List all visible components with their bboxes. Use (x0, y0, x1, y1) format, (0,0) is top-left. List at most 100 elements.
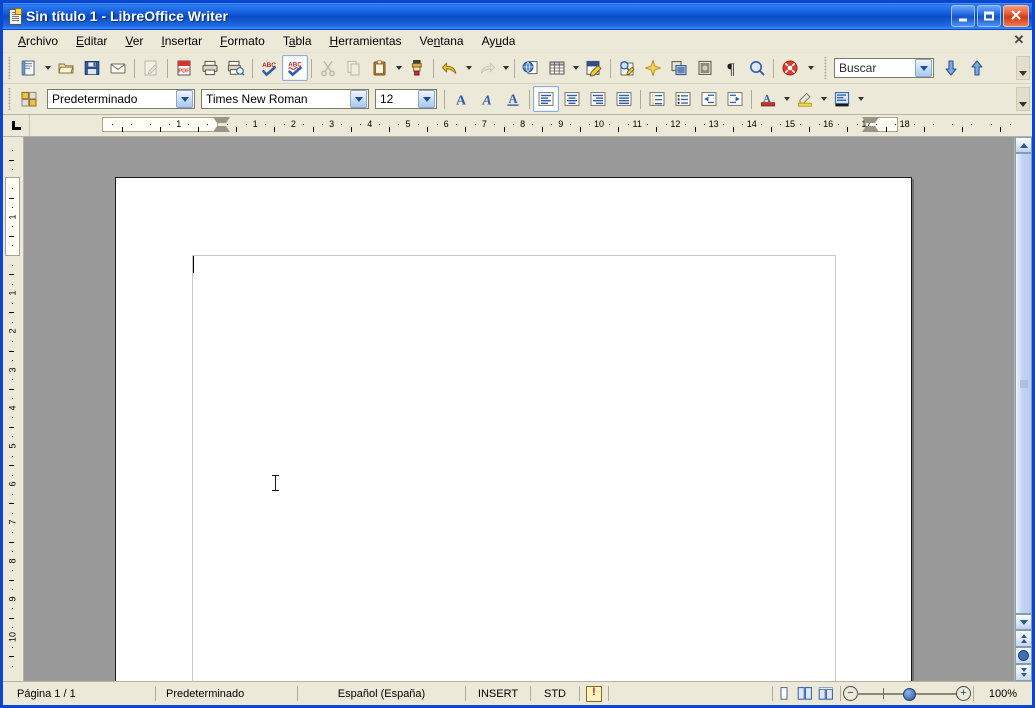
styles-and-formatting-button[interactable] (16, 86, 42, 112)
cut-button[interactable] (315, 55, 341, 81)
formatting-toolbar-overflow-button[interactable] (1016, 87, 1030, 111)
align-justify-button[interactable] (611, 86, 637, 112)
underline-button[interactable]: A (500, 86, 526, 112)
italic-button[interactable]: A (474, 86, 500, 112)
insert-image-button[interactable] (692, 55, 718, 81)
formatting-toolbar-grip[interactable] (6, 88, 14, 110)
find-previous-button[interactable] (964, 55, 990, 81)
right-indent-marker[interactable] (861, 126, 879, 132)
zoom-button[interactable] (744, 55, 770, 81)
copy-button[interactable] (341, 55, 367, 81)
status-language[interactable]: Español (España) (298, 685, 465, 702)
next-page-button[interactable] (1015, 664, 1032, 681)
new-document-dropdown-icon[interactable] (42, 56, 53, 80)
formatting-marks-button[interactable]: ¶ (718, 55, 744, 81)
export-pdf-button[interactable]: PDF (171, 55, 197, 81)
font-color-dropdown-icon[interactable] (781, 87, 792, 111)
menu-ver[interactable]: Ver (116, 31, 152, 51)
zoom-in-button[interactable]: + (956, 686, 971, 701)
menu-editar[interactable]: Editar (67, 31, 116, 51)
right-indent-marker-top[interactable] (861, 117, 879, 123)
status-zoom-level[interactable]: 100% (974, 685, 1032, 702)
toolbar-overflow-button[interactable] (1016, 56, 1030, 80)
view-single-page-button[interactable] (773, 684, 794, 703)
hyperlink-button[interactable] (518, 55, 544, 81)
scroll-up-button[interactable] (1015, 137, 1032, 153)
document-canvas[interactable] (24, 137, 1014, 681)
new-document-button[interactable] (16, 55, 42, 81)
ordered-list-button[interactable]: 123 (644, 86, 670, 112)
menu-archivo[interactable]: Archivo (9, 31, 67, 51)
search-input[interactable]: Buscar (834, 58, 934, 78)
open-document-button[interactable] (53, 55, 79, 81)
status-insert-mode[interactable]: INSERT (466, 685, 530, 702)
find-replace-button[interactable] (614, 55, 640, 81)
gallery-button[interactable] (640, 55, 666, 81)
view-multi-page-button[interactable] (794, 684, 815, 703)
redo-dropdown-icon[interactable] (500, 56, 511, 80)
menu-ayuda[interactable]: Ayuda (473, 31, 525, 51)
email-document-button[interactable] (105, 55, 131, 81)
font-color-button[interactable]: A (755, 86, 781, 112)
tab-stop-selector[interactable] (3, 115, 30, 136)
status-selection-mode[interactable]: STD (531, 685, 579, 702)
paragraph-style-dropdown-icon[interactable] (176, 90, 193, 108)
status-save-state[interactable] (580, 685, 608, 702)
left-indent-marker[interactable] (212, 126, 230, 132)
undo-dropdown-icon[interactable] (463, 56, 474, 80)
font-name-dropdown-icon[interactable] (350, 90, 367, 108)
print-button[interactable] (197, 55, 223, 81)
first-line-indent-marker[interactable] (212, 117, 230, 123)
background-color-button[interactable] (829, 86, 855, 112)
status-page-style[interactable]: Predeterminado (156, 685, 297, 702)
font-name-combo[interactable]: Times New Roman (201, 89, 369, 109)
menu-ventana[interactable]: Ventana (411, 31, 473, 51)
view-book-button[interactable] (815, 684, 836, 703)
toolbar-grip[interactable] (6, 57, 14, 79)
maximize-button[interactable] (977, 5, 1001, 27)
minimize-button[interactable] (951, 5, 975, 27)
autospellcheck-button[interactable]: ABC (282, 55, 308, 81)
undo-button[interactable] (437, 55, 463, 81)
align-right-button[interactable] (585, 86, 611, 112)
paste-button[interactable] (367, 55, 393, 81)
menu-herramientas[interactable]: Herramientas (321, 31, 411, 51)
zoom-knob[interactable] (903, 688, 916, 701)
font-size-combo[interactable]: 12 (375, 89, 437, 109)
edit-mode-button[interactable] (138, 55, 164, 81)
navigator-button[interactable] (666, 55, 692, 81)
highlighting-dropdown-icon[interactable] (818, 87, 829, 111)
search-dropdown-icon[interactable] (915, 59, 932, 77)
align-center-button[interactable] (559, 86, 585, 112)
zoom-out-button[interactable]: − (843, 686, 858, 701)
align-left-button[interactable] (533, 86, 559, 112)
status-page-number[interactable]: Página 1 / 1 (3, 685, 155, 702)
standard-toolbar-overflow-icon[interactable] (805, 56, 816, 80)
horizontal-ruler[interactable]: 1 1 2 3 4 5 6 7 8 9 10 11 12 13 14 15 16 17 18 (30, 115, 1032, 136)
scrollbar-track[interactable] (1015, 153, 1032, 614)
highlighting-button[interactable] (792, 86, 818, 112)
bold-button[interactable]: A (448, 86, 474, 112)
scrollbar-thumb[interactable] (1015, 153, 1032, 614)
vertical-scrollbar[interactable] (1014, 137, 1032, 681)
find-next-button[interactable] (938, 55, 964, 81)
menu-insertar[interactable]: Insertar (152, 31, 211, 51)
zoom-slider[interactable]: − + (841, 685, 973, 702)
document-page[interactable] (115, 177, 912, 681)
spelling-button[interactable]: ABC (256, 55, 282, 81)
previous-page-button[interactable] (1015, 630, 1032, 647)
show-draw-functions-button[interactable] (581, 55, 607, 81)
paste-dropdown-icon[interactable] (393, 56, 404, 80)
redo-button[interactable] (474, 55, 500, 81)
vertical-ruler[interactable]: 1 1 2 3 4 5 6 7 8 9 10 (3, 137, 24, 681)
scroll-down-button[interactable] (1015, 614, 1032, 630)
search-toolbar-grip[interactable] (822, 57, 830, 79)
menu-tabla[interactable]: Tabla (274, 31, 321, 51)
font-size-dropdown-icon[interactable] (418, 90, 435, 108)
save-document-button[interactable] (79, 55, 105, 81)
clone-formatting-button[interactable] (404, 55, 430, 81)
navigation-button[interactable] (1015, 647, 1032, 664)
print-preview-button[interactable] (223, 55, 249, 81)
increase-indent-button[interactable] (722, 86, 748, 112)
background-color-dropdown-icon[interactable] (855, 87, 866, 111)
